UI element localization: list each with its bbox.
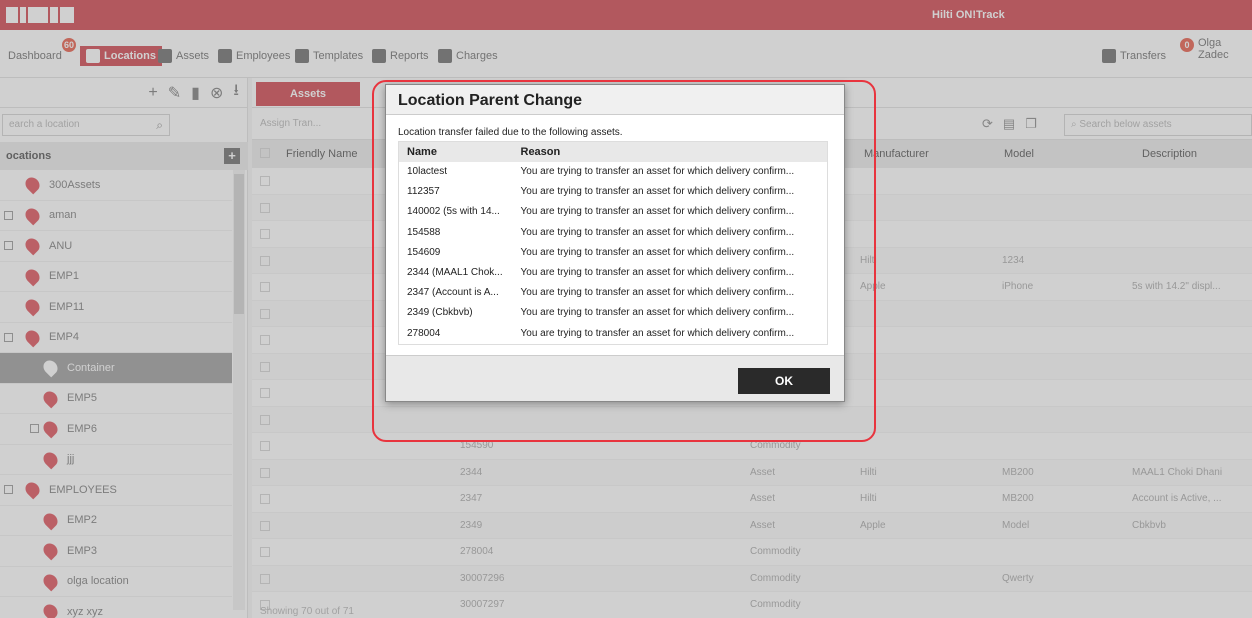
highlight-annotation — [372, 80, 876, 442]
